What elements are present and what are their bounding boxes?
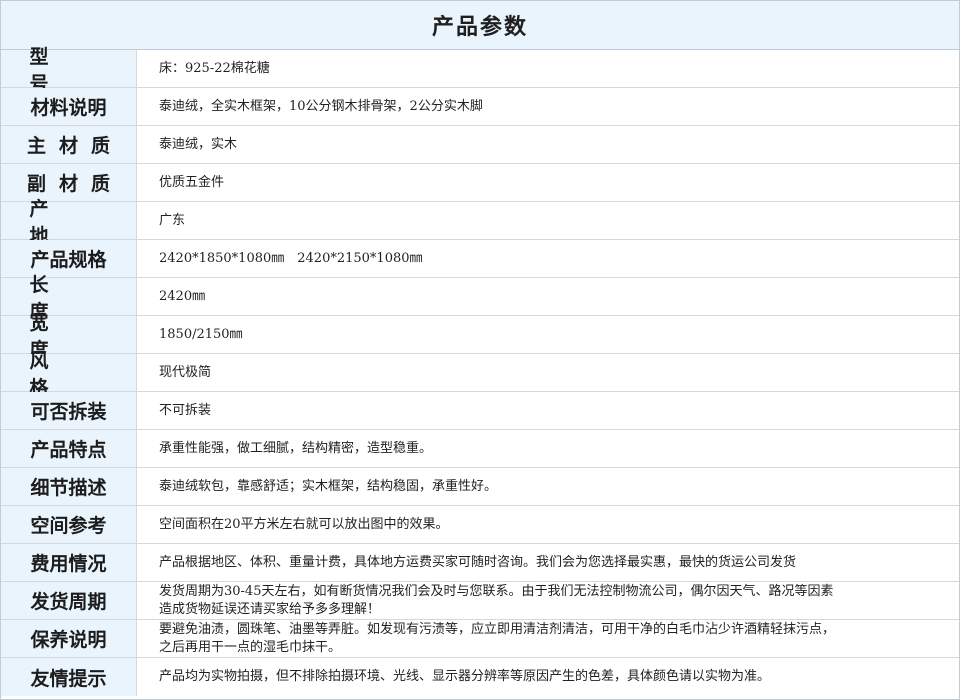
param-row-space-reference: 空间参考 空间面积在20平方米左右就可以放出图中的效果。 bbox=[1, 506, 959, 544]
param-label: 细节描述 bbox=[1, 468, 137, 505]
param-label: 产品特点 bbox=[1, 430, 137, 467]
param-row-style: 风 格 现代极简 bbox=[1, 350, 959, 399]
param-value: 床：925-22棉花糖 bbox=[159, 60, 270, 76]
param-row-friendly-tip: 友情提示 产品均为实物拍摄，但不排除拍摄环境、光线、显示器分辨率等原因产生的色差… bbox=[1, 658, 959, 696]
param-label: 保养说明 bbox=[1, 620, 137, 657]
param-value: 空间面积在20平方米左右就可以放出图中的效果。 bbox=[159, 516, 449, 532]
param-label: 发货周期 bbox=[1, 582, 137, 619]
param-label: 空间参考 bbox=[1, 506, 137, 543]
param-value: 泰迪绒，实木 bbox=[159, 136, 238, 152]
param-row-details: 细节描述 泰迪绒软包，靠感舒适；实木框架，结构稳固，承重性好。 bbox=[1, 468, 959, 506]
param-value: 现代极简 bbox=[159, 364, 212, 380]
param-value: 承重性能强，做工细腻，结构精密，造型稳重。 bbox=[159, 440, 433, 456]
param-label: 主材质 bbox=[1, 126, 137, 163]
param-label: 友情提示 bbox=[1, 658, 137, 696]
param-value: 2420㎜ bbox=[159, 288, 206, 304]
param-row-origin: 产 地 广东 bbox=[1, 198, 959, 247]
param-value: 优质五金件 bbox=[159, 174, 225, 190]
param-label: 费用情况 bbox=[1, 544, 137, 581]
param-row-maintenance: 保养说明 要避免油渍，圆珠笔、油墨等弄脏。如发现有污渍等，应立即用清洁剂清洁，可… bbox=[1, 620, 959, 658]
param-row-detachable: 可否拆装 不可拆装 bbox=[1, 392, 959, 430]
param-value: 1850/2150㎜ bbox=[159, 326, 243, 342]
param-value: 要避免油渍，圆珠笔、油墨等弄脏。如发现有污渍等，应立即用清洁剂清洁，可用干净的白… bbox=[137, 620, 959, 657]
param-row-delivery-period: 发货周期 发货周期为30-45天左右，如有断货情况我们会及时与您联系。由于我们无… bbox=[1, 582, 959, 620]
param-value: 广东 bbox=[159, 212, 186, 228]
param-value: 产品均为实物拍摄，但不排除拍摄环境、光线、显示器分辨率等原因产生的色差，具体颜色… bbox=[159, 669, 771, 684]
param-label: 材料说明 bbox=[1, 88, 137, 125]
param-value: 泰迪绒，全实木框架，10公分钢木排骨架，2公分实木脚 bbox=[159, 98, 483, 114]
param-value-line: 造成货物延误还请买家给予多多理解！ bbox=[159, 601, 381, 617]
param-row-features: 产品特点 承重性能强，做工细腻，结构精密，造型稳重。 bbox=[1, 430, 959, 468]
param-row-main-material: 主材质 泰迪绒，实木 bbox=[1, 126, 959, 164]
param-value-line: 之后再用干一点的湿毛巾抹干。 bbox=[159, 639, 342, 655]
param-label: 风 格 bbox=[1, 350, 137, 399]
param-value: 发货周期为30-45天左右，如有断货情况我们会及时与您联系。由于我们无法控制物流… bbox=[137, 582, 959, 619]
param-value-line: 要避免油渍，圆珠笔、油墨等弄脏。如发现有污渍等，应立即用清洁剂清洁，可用干净的白… bbox=[159, 621, 836, 637]
param-label: 型 号 bbox=[1, 46, 137, 95]
param-value: 产品根据地区、体积、重量计费，具体地方运费买家可随时咨询。我们会为您选择最实惠，… bbox=[159, 554, 797, 570]
param-label: 产 地 bbox=[1, 198, 137, 247]
param-row-material-desc: 材料说明 泰迪绒，全实木框架，10公分钢木排骨架，2公分实木脚 bbox=[1, 88, 959, 126]
product-parameters-table: 产品参数 型 号 床：925-22棉花糖 材料说明 泰迪绒，全实木框架，10公分… bbox=[0, 0, 960, 700]
param-label: 可否拆装 bbox=[1, 392, 137, 429]
param-value: 2420*1850*1080㎜ 2420*2150*1080㎜ bbox=[159, 250, 423, 266]
param-value-line: 发货周期为30-45天左右，如有断货情况我们会及时与您联系。由于我们无法控制物流… bbox=[159, 583, 834, 599]
param-row-shipping-cost: 费用情况 产品根据地区、体积、重量计费，具体地方运费买家可随时咨询。我们会为您选… bbox=[1, 544, 959, 582]
param-value: 泰迪绒软包，靠感舒适；实木框架，结构稳固，承重性好。 bbox=[159, 478, 498, 494]
param-row-model: 型 号 床：925-22棉花糖 bbox=[1, 46, 959, 95]
param-value: 不可拆装 bbox=[159, 402, 212, 418]
